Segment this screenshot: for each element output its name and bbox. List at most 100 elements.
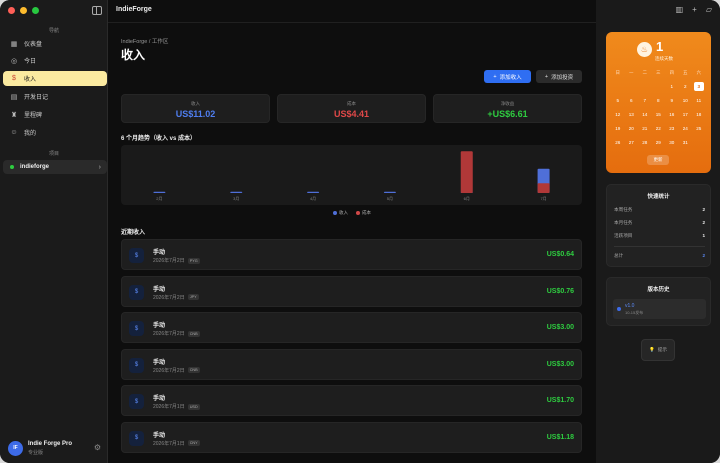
trend-chart: 2月 3月 4月 5月 6月 7月 xyxy=(121,145,582,205)
calendar-day[interactable]: 16 xyxy=(665,110,679,119)
project-status-dot xyxy=(10,165,14,169)
cost-bar xyxy=(460,151,473,193)
calendar-day[interactable]: 22 xyxy=(652,124,666,133)
income-bar xyxy=(383,191,396,193)
transaction-meta: 2026年7月2日 JPY xyxy=(153,294,199,301)
version-item[interactable]: v1.0 10-15发布 xyxy=(613,299,706,319)
calendar-day[interactable]: 14 xyxy=(638,110,652,119)
zoom-window-button[interactable] xyxy=(32,7,39,14)
sidebar-item-label: 今日 xyxy=(24,59,37,65)
calendar-day[interactable]: 28 xyxy=(638,138,652,147)
chevron-right-icon: › xyxy=(98,163,101,171)
transaction-row[interactable]: $ 手动 2026年7月1日 CNY US$1.18 xyxy=(121,421,582,453)
currency-tag: USD xyxy=(187,403,200,410)
add-income-button[interactable]: + 添加收入 xyxy=(484,70,531,83)
x-tick-label: 4月 xyxy=(310,196,316,201)
calendar-day[interactable]: 5 xyxy=(611,96,625,105)
calendar-day xyxy=(692,138,706,147)
calendar-day[interactable]: 19 xyxy=(611,124,625,133)
sidebar-item-milestones[interactable]: ♜ 里程碑 xyxy=(3,107,107,122)
sidebar-item-income[interactable]: $ 收入 xyxy=(3,71,107,86)
quick-stats-title: 快速统计 xyxy=(647,194,670,200)
minimize-window-button[interactable] xyxy=(20,7,27,14)
calendar-day[interactable]: 24 xyxy=(679,124,693,133)
transaction-row[interactable]: $ 手动 2026年7月2日 CNB US$3.00 xyxy=(121,348,582,380)
folder-icon[interactable]: ▱ xyxy=(706,5,712,14)
transaction-amount: US$3.00 xyxy=(546,360,574,368)
x-tick-label: 2月 xyxy=(156,196,162,201)
calendar-day[interactable]: 31 xyxy=(679,138,693,147)
transaction-row[interactable]: $ 手动 2026年7月2日 CNB US$3.00 xyxy=(121,312,582,343)
trend-chart-svg: 2月 3月 4月 5月 6月 7月 xyxy=(153,151,550,201)
lightbulb-icon: 💡 xyxy=(649,347,655,352)
add-icon[interactable]: + xyxy=(692,5,697,14)
calendar-day[interactable]: 23 xyxy=(665,124,679,133)
gear-icon[interactable]: ⚙ xyxy=(94,443,101,452)
calendar-day[interactable]: 1 xyxy=(665,82,679,91)
right-panel: ▥ + ▱ ♨ 1 连续天数 日一二三四五六 1 2 3 5 6 7 8 9 10 11 12 13 14… xyxy=(596,0,720,463)
user-profile[interactable]: IF Indie Forge Pro 专业版 ⚙ xyxy=(8,438,103,458)
transaction-date: 2026年7月1日 xyxy=(153,404,185,410)
calendar-day[interactable]: 7 xyxy=(638,96,652,105)
transaction-row[interactable]: $ 手动 2026年7月2日 JPY US$0.76 xyxy=(121,275,582,307)
cost-bar xyxy=(537,183,550,193)
calendar-day[interactable]: 13 xyxy=(625,110,639,119)
calendar-day[interactable]: 20 xyxy=(625,124,639,133)
x-tick-label: 7月 xyxy=(540,196,546,201)
calendar-day[interactable]: 8 xyxy=(652,96,666,105)
dollar-icon: $ xyxy=(129,321,144,336)
calendar-day[interactable]: 2 xyxy=(679,82,693,91)
user-name: Indie Forge Pro xyxy=(28,440,73,447)
transaction-date: 2026年7月2日 xyxy=(153,294,185,301)
transaction-date: 2026年7月2日 xyxy=(153,367,185,374)
version-history-title: 版本历史 xyxy=(647,287,670,293)
add-investment-button[interactable]: + 添加投资 xyxy=(536,70,582,83)
calendar-day[interactable]: 12 xyxy=(611,110,625,119)
sidebar-item-today[interactable]: ◎ 今日 xyxy=(3,53,107,68)
sidebar-item-dashboard[interactable]: ▦ 仪表盘 xyxy=(3,36,107,51)
calendar-day[interactable]: 10 xyxy=(679,96,693,105)
currency-tag: CNB xyxy=(187,367,200,373)
sidebar-toggle-icon[interactable] xyxy=(92,6,102,15)
calendar-day[interactable]: 25 xyxy=(692,124,706,133)
transaction-row[interactable]: $ 手动 2026年7月2日 PYG US$0.64 xyxy=(121,239,582,270)
transaction-date: 2026年7月2日 xyxy=(153,258,185,264)
transaction-row[interactable]: $ 手动 2026年7月1日 USD US$1.70 xyxy=(121,385,582,416)
calendar-day xyxy=(638,82,652,91)
calendar-day[interactable]: 17 xyxy=(679,110,693,119)
weekday-header: 六 xyxy=(696,69,701,75)
dashboard-icon: ▦ xyxy=(10,40,18,48)
stat-card-income: 收入 US$11.02 xyxy=(121,94,270,123)
chart-legend: 收入 成本 xyxy=(108,210,596,216)
sidebar-project-indieforge[interactable]: indieforge › xyxy=(3,160,107,174)
calendar-day[interactable]: 15 xyxy=(652,110,666,119)
transaction-title: 手动 xyxy=(153,359,166,366)
calendar-day[interactable]: 6 xyxy=(625,96,639,105)
legend-income: 收入 xyxy=(333,210,348,216)
sidebar-item-label: 仪表盘 xyxy=(24,42,43,48)
calendar-day-today[interactable]: 3 xyxy=(694,82,704,91)
sidebar-item-label: 我的 xyxy=(24,131,37,137)
transaction-date: 2026年7月2日 xyxy=(153,331,185,337)
calendar-day[interactable]: 30 xyxy=(665,138,679,147)
streak-count: 1 xyxy=(656,39,664,54)
calendar-day[interactable]: 11 xyxy=(692,96,706,105)
recent-income-title: 近期收入 xyxy=(121,230,146,236)
sidebar-item-devlog[interactable]: ▤ 开发日记 xyxy=(3,89,107,104)
close-window-button[interactable] xyxy=(8,7,15,14)
tip-button[interactable]: 💡 提示 xyxy=(641,339,675,361)
calendar-day[interactable]: 18 xyxy=(692,110,706,119)
stat-card-cost: 成本 US$4.41 xyxy=(277,94,426,123)
project-name: indieforge xyxy=(20,164,50,170)
calendar-day[interactable]: 9 xyxy=(665,96,679,105)
calendar-day[interactable]: 27 xyxy=(625,138,639,147)
panel-toggle-icon[interactable]: ▥ xyxy=(676,5,684,14)
plus-icon: + xyxy=(493,73,497,80)
transaction-meta: 2026年7月2日 CNB xyxy=(153,367,200,374)
calendar-day[interactable]: 26 xyxy=(611,138,625,147)
calendar-day[interactable]: 29 xyxy=(652,138,666,147)
sidebar-item-me[interactable]: ☺ 我的 xyxy=(3,125,107,140)
calendar-update-button[interactable]: 更新 xyxy=(647,155,669,165)
calendar-day[interactable]: 21 xyxy=(638,124,652,133)
transaction-amount: US$1.70 xyxy=(546,397,574,404)
